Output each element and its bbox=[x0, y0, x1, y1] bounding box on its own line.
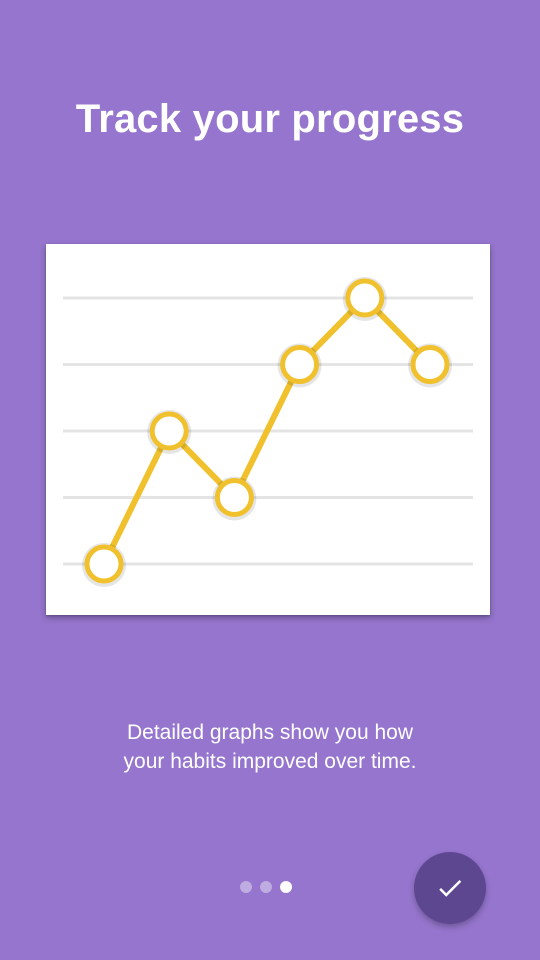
progress-line-chart bbox=[63, 277, 473, 587]
done-button[interactable] bbox=[414, 852, 486, 924]
data-point bbox=[84, 544, 124, 584]
data-point bbox=[280, 345, 320, 384]
description-line: your habits improved over time. bbox=[123, 750, 417, 773]
data-point bbox=[214, 478, 254, 517]
data-point bbox=[149, 411, 189, 451]
screen-description: Detailed graphs show you how your habits… bbox=[40, 718, 500, 776]
check-icon bbox=[439, 879, 462, 897]
page-dot bbox=[260, 881, 272, 893]
data-point bbox=[410, 345, 450, 384]
page-dot bbox=[240, 881, 252, 893]
data-point bbox=[345, 278, 385, 318]
screen-title: Track your progress bbox=[75, 97, 465, 141]
progress-chart-card bbox=[46, 244, 490, 615]
page-dot bbox=[280, 881, 292, 893]
page-indicator bbox=[240, 881, 292, 893]
description-line: Detailed graphs show you how bbox=[126, 721, 413, 744]
